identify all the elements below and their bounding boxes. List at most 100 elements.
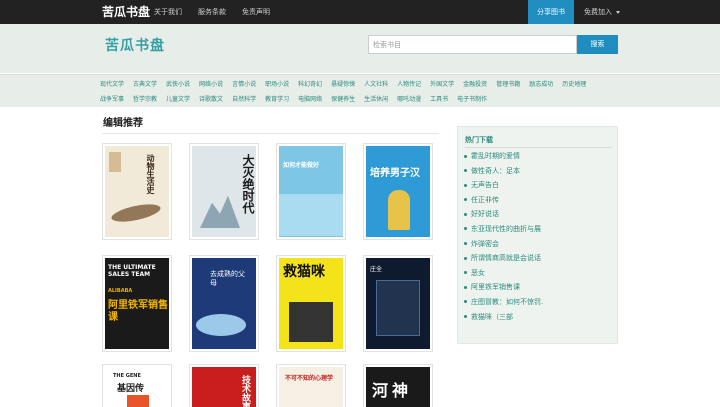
nav-about[interactable]: 关于我们 <box>154 7 182 17</box>
cover-title: 基因传 <box>117 384 145 394</box>
top-nav-bar: 苦瓜书盘 关于我们 服务条款 免责声明 分享图书 免费加入 <box>0 0 720 24</box>
category-link[interactable]: 教育学习 <box>265 93 289 106</box>
search-input[interactable] <box>368 35 577 54</box>
list-item-label: 无声告白 <box>471 181 499 190</box>
list-item[interactable]: 阿里铁军销售课 <box>464 280 614 295</box>
cover-title: 技术故事 <box>240 375 250 407</box>
cover-title: 动物生活史 <box>146 154 155 194</box>
cover-title: 庄全 <box>370 266 383 273</box>
category-list: 现代文学 古典文学 武侠小说 网络小说 言情小说 职场小说 科幻奇幻 悬疑惊悚 人文社科 人物传记… <box>100 78 620 108</box>
book-card[interactable]: 庄全 <box>363 255 433 352</box>
category-link[interactable]: 电脑网络 <box>298 93 322 106</box>
category-link[interactable]: 金融投资 <box>463 78 487 91</box>
category-link[interactable]: 悬疑惊悚 <box>331 78 355 91</box>
cover-subtitle: THE GENE <box>113 373 141 379</box>
book-card[interactable]: THE GENE 基因传 <box>102 364 172 407</box>
category-link[interactable]: 诗歌散文 <box>199 93 223 106</box>
site-logo[interactable]: 苦瓜书盘 <box>105 37 165 55</box>
list-item-label: 好好说话 <box>471 210 499 219</box>
whale-illustration <box>196 314 246 336</box>
list-item-label: 炸弹密会 <box>471 239 499 248</box>
cover-title: 培养男子汉 <box>370 168 420 179</box>
list-item[interactable]: 救猫咪（三部 <box>464 310 614 325</box>
category-link[interactable]: 古典文学 <box>133 78 157 91</box>
bullet-icon <box>464 300 467 304</box>
share-book-button[interactable]: 分享图书 <box>528 0 574 24</box>
list-item[interactable]: 所谓情商高就是会说话 <box>464 251 614 266</box>
book-card[interactable]: THE ULTIMATE SALES TEAM ALIBABA 阿里铁军销售课 <box>102 255 172 352</box>
divider <box>465 147 612 148</box>
bullet-icon <box>464 227 467 231</box>
category-link[interactable]: 工具书 <box>430 93 448 106</box>
cover-art <box>376 280 420 336</box>
book-card[interactable]: 河神 <box>363 364 433 407</box>
join-free-button[interactable]: 免费加入 <box>584 7 620 17</box>
list-item-label: 做性奇人：足本 <box>471 166 520 175</box>
category-link[interactable]: 人物传记 <box>397 78 421 91</box>
list-item-label: 恶女 <box>471 268 485 277</box>
bullet-icon <box>464 315 467 319</box>
category-link[interactable]: 生活休闲 <box>364 93 388 106</box>
nav-disclaimer[interactable]: 免责声明 <box>242 7 270 17</box>
list-item[interactable]: 无声告白 <box>464 178 614 193</box>
list-item[interactable]: 炸弹密会 <box>464 237 614 252</box>
list-item[interactable]: 庄图冒教：如何不惊罚. <box>464 295 614 310</box>
brand-link[interactable]: 苦瓜书盘 <box>102 4 150 20</box>
list-item-label: 霍乱时期的爱情 <box>471 152 520 160</box>
list-item[interactable]: 东亚现代性的曲折与展 <box>464 222 614 237</box>
list-item[interactable]: 做性奇人：足本 <box>464 164 614 179</box>
category-link[interactable]: 历史地理 <box>562 78 586 91</box>
chevron-down-icon <box>616 10 620 14</box>
cover-title: 救猫咪 <box>283 264 325 280</box>
list-item[interactable]: 恶女 <box>464 266 614 281</box>
category-link[interactable]: 战争军事 <box>100 93 124 106</box>
category-link[interactable]: 哲学宗教 <box>133 93 157 106</box>
divider <box>102 133 439 134</box>
bullet-icon <box>464 242 467 246</box>
list-item-label: 救猫咪（三部 <box>471 312 513 321</box>
category-link[interactable]: 哪吒动漫 <box>397 93 421 106</box>
book-card[interactable]: 去成熟的父母 <box>189 255 259 352</box>
book-card[interactable]: 不可不知的心理学 <box>276 364 346 407</box>
nav-terms[interactable]: 服务条款 <box>198 7 226 17</box>
list-item-label: 庄图冒教：如何不惊罚. <box>471 297 544 306</box>
list-item[interactable]: 霍乱时期的爱情 <box>464 149 614 164</box>
category-link[interactable]: 电子书制作 <box>457 93 487 106</box>
category-link[interactable]: 人文社科 <box>364 78 388 91</box>
book-card[interactable]: 培养男子汉 <box>363 143 433 240</box>
category-link[interactable]: 儿童文学 <box>166 93 190 106</box>
hot-downloads-title: 热门下载 <box>465 136 493 144</box>
book-cover: THE ULTIMATE SALES TEAM ALIBABA 阿里铁军销售课 <box>105 258 169 349</box>
bullet-icon <box>464 183 467 187</box>
cover-title: 河神 <box>372 381 413 400</box>
book-cover: 动物生活史 <box>105 146 169 237</box>
category-bar: 现代文学 古典文学 武侠小说 网络小说 言情小说 职场小说 科幻奇幻 悬疑惊悚 人文社科 人物传记… <box>0 74 720 107</box>
category-link[interactable]: 现代文学 <box>100 78 124 91</box>
category-link[interactable]: 励志成功 <box>529 78 553 91</box>
cover-subtitle: THE ULTIMATE SALES TEAM <box>108 264 156 278</box>
site-header: 苦瓜书盘 搜索 <box>0 24 720 73</box>
list-item[interactable]: 任正非传 <box>464 193 614 208</box>
cover-title: 不可不知的心理学 <box>285 375 334 382</box>
book-cover: 救猫咪 <box>279 258 343 349</box>
book-card[interactable]: 技术故事 <box>189 364 259 407</box>
join-label: 免费加入 <box>584 8 612 16</box>
category-link[interactable]: 保健养生 <box>331 93 355 106</box>
book-cover: 庄全 <box>366 258 430 349</box>
hot-downloads-list: 霍乱时期的爱情 做性奇人：足本 无声告白 任正非传 好好说话 东亚现代性的曲折与… <box>464 149 614 324</box>
category-link[interactable]: 言情小说 <box>232 78 256 91</box>
category-link[interactable]: 外国文学 <box>430 78 454 91</box>
book-card[interactable]: 救猫咪 <box>276 255 346 352</box>
book-card[interactable]: 大灭绝时代 <box>189 143 259 240</box>
search-button[interactable]: 搜索 <box>577 35 618 54</box>
category-link[interactable]: 科幻奇幻 <box>298 78 322 91</box>
category-link[interactable]: 职场小说 <box>265 78 289 91</box>
category-link[interactable]: 管理书籍 <box>496 78 520 91</box>
category-link[interactable]: 自然科学 <box>232 93 256 106</box>
book-card[interactable]: 动物生活史 <box>102 143 172 240</box>
bullet-icon <box>464 285 467 289</box>
book-card[interactable]: 如何才能做好 <box>276 143 346 240</box>
category-link[interactable]: 武侠小说 <box>166 78 190 91</box>
category-link[interactable]: 网络小说 <box>199 78 223 91</box>
list-item[interactable]: 好好说话 <box>464 207 614 222</box>
